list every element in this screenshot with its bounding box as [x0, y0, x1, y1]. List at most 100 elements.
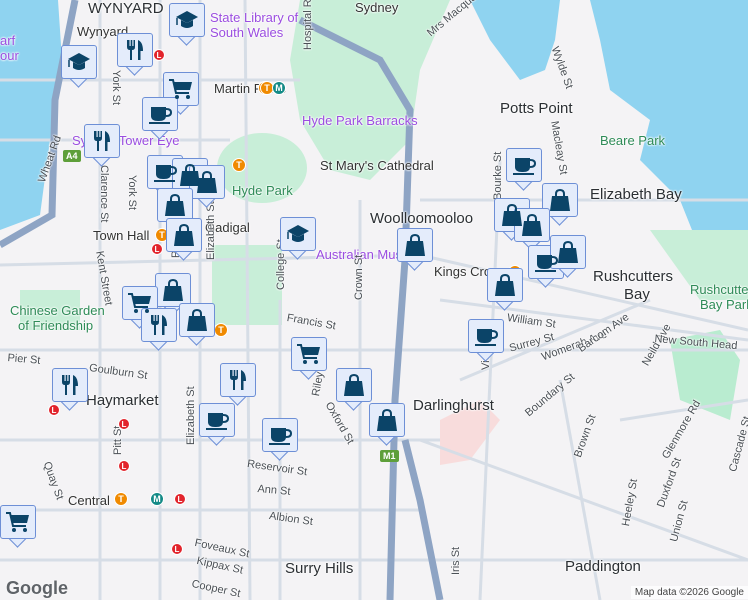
shopping-icon [174, 223, 194, 246]
cafe-icon [154, 165, 178, 182]
street-label: Clarence St [98, 165, 110, 223]
metro-station-icon[interactable]: M [272, 81, 286, 95]
route-shield-m1: M1 [380, 450, 399, 462]
street-label: Crown St [353, 254, 365, 300]
restaurant-marker[interactable] [141, 308, 177, 351]
marker-box [84, 124, 120, 158]
suburb-label: Elizabeth Bay [590, 186, 682, 203]
street-label: Bourke St [492, 151, 504, 200]
map[interactable]: WYNYARD Potts Point Elizabeth Bay Woolloomo… [0, 0, 748, 600]
cafe-marker[interactable] [199, 403, 235, 446]
marker-box [280, 217, 316, 251]
suburb-label: Rushcutters [593, 268, 674, 285]
shopping-icon [495, 273, 515, 296]
education-marker[interactable] [61, 45, 97, 88]
shopping-icon [165, 193, 185, 216]
marker-box [514, 208, 550, 242]
shopping-marker[interactable] [369, 403, 405, 446]
restaurant-marker[interactable] [220, 363, 256, 406]
street-label: Elizabeth St [185, 386, 197, 445]
google-logo: Google [6, 578, 68, 598]
light-rail-icon[interactable]: L [153, 49, 165, 61]
marker-box [199, 403, 235, 437]
marker-box [397, 228, 433, 262]
street-label: York St [126, 175, 138, 211]
cafe-marker[interactable] [506, 148, 542, 191]
light-rail-icon[interactable]: L [171, 543, 183, 555]
train-station-icon[interactable]: T [232, 158, 246, 172]
light-rail-icon[interactable]: L [118, 418, 130, 430]
route-shield-a4: A4 [63, 150, 81, 162]
park-label: Beare Park [600, 133, 666, 148]
education-icon [68, 53, 90, 70]
shopping-marker[interactable] [179, 303, 215, 346]
shopping-icon [558, 240, 578, 263]
light-rail-icon[interactable]: L [118, 460, 130, 472]
poi-label[interactable]: Hyde Park Barracks [302, 113, 418, 128]
suburb-label: Woolloomooloo [370, 210, 474, 227]
shopping-cart-marker[interactable] [0, 505, 36, 548]
restaurant-marker[interactable] [52, 368, 88, 411]
education-marker[interactable] [280, 217, 316, 260]
shopping-marker[interactable] [189, 165, 225, 208]
shopping-marker[interactable] [336, 368, 372, 411]
train-station-icon[interactable]: T [114, 492, 128, 506]
poi-label[interactable]: Sydney [355, 0, 398, 15]
map-attribution[interactable]: Map data ©2026 Google [630, 586, 748, 599]
marker-box [506, 148, 542, 182]
poi-label[interactable]: arf [0, 33, 15, 48]
suburb-label: Haymarket [86, 392, 159, 409]
restaurant-marker[interactable] [84, 124, 120, 167]
shopping-marker[interactable] [514, 208, 550, 251]
poi-label[interactable]: Chinese Garden [10, 303, 105, 318]
shopping-icon [377, 408, 397, 431]
suburb-label: Paddington [565, 558, 641, 575]
shopping-cart-marker[interactable] [291, 337, 327, 380]
education-icon [176, 11, 198, 28]
restaurant-marker[interactable] [117, 33, 153, 76]
marker-box [169, 3, 205, 37]
suburb-label: Bay [624, 286, 650, 303]
metro-station-icon[interactable]: M [150, 492, 164, 506]
shopping-icon [344, 373, 364, 396]
education-marker[interactable] [169, 3, 205, 46]
street-label: Pitt St [112, 425, 124, 455]
shopping-marker[interactable] [397, 228, 433, 271]
cafe-marker[interactable] [262, 418, 298, 461]
shopping-marker[interactable] [166, 218, 202, 261]
shopping-marker[interactable] [487, 268, 523, 311]
light-rail-icon[interactable]: L [151, 243, 163, 255]
marker-box [487, 268, 523, 302]
marker-box [468, 319, 504, 353]
park-label: Rushcutters [690, 282, 748, 297]
shopping-icon [550, 188, 570, 211]
cafe-marker[interactable] [142, 97, 178, 140]
marker-box [166, 218, 202, 252]
marker-box [542, 183, 578, 217]
light-rail-icon[interactable]: L [174, 493, 186, 505]
education-icon [287, 225, 309, 242]
station-label[interactable]: Central [68, 493, 110, 508]
restaurant-icon [94, 131, 110, 151]
poi-label[interactable]: our [0, 48, 19, 63]
marker-box [262, 418, 298, 452]
train-station-icon[interactable]: T [214, 323, 228, 337]
restaurant-icon [62, 375, 78, 395]
poi-label[interactable]: South Wales [210, 25, 283, 40]
cafe-marker[interactable] [468, 319, 504, 362]
cafe-icon [206, 413, 230, 430]
marker-box [550, 235, 586, 269]
marker-box [189, 165, 225, 199]
cafe-icon [513, 158, 537, 175]
station-label[interactable]: Town Hall [93, 228, 149, 243]
shopping-cart-icon [297, 344, 320, 364]
cafe-icon [149, 107, 173, 124]
marker-box [157, 188, 193, 222]
marker-box [179, 303, 215, 337]
poi-label[interactable]: St Mary's Cathedral [320, 158, 434, 173]
cafe-icon [269, 428, 293, 445]
cafe-icon [475, 329, 499, 346]
poi-label[interactable]: of Friendship [18, 318, 93, 333]
poi-label[interactable]: State Library of [210, 10, 298, 25]
shopping-cart-icon [6, 512, 29, 532]
